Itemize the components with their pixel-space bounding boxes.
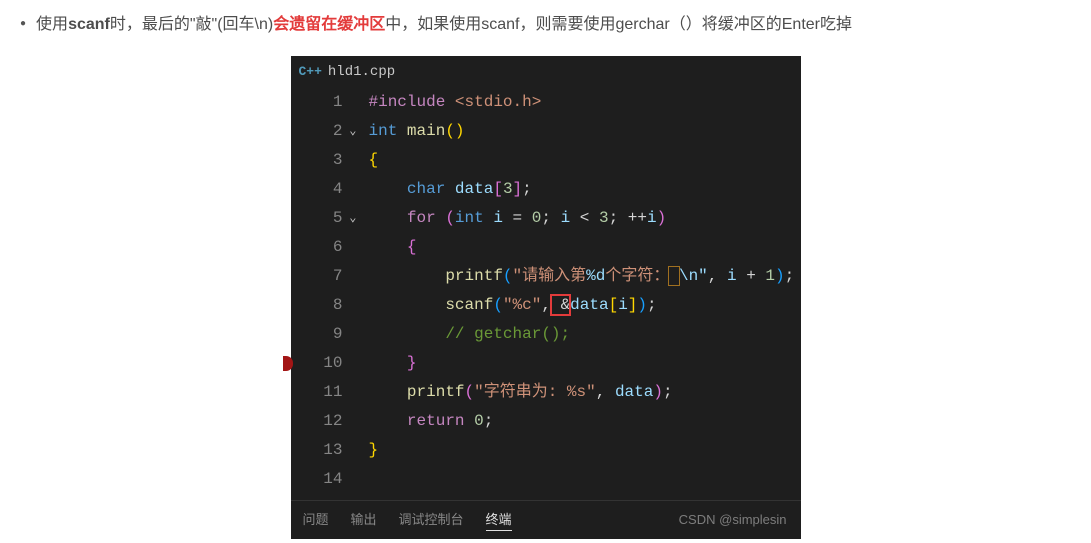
breakpoint-marker[interactable] [283,356,293,371]
bullet-marker: ● [20,18,26,29]
bullet-item: ● 使用scanf时，最后的"敲"(回车\n)会遗留在缓冲区中，如果使用scan… [0,0,1091,38]
fold-icon[interactable]: ⌄ [349,117,356,146]
watermark: CSDN @simplesin [679,512,787,527]
file-tab[interactable]: hld1.cpp [328,64,395,80]
annotation-box: & [551,295,570,315]
panel-tab-terminal[interactable]: 终端 [486,509,512,531]
file-lang-icon: C++ [299,64,322,79]
panel-tab-output[interactable]: 输出 [351,509,377,531]
panel-tab-debug[interactable]: 调试控制台 [399,509,464,531]
code-editor: C++ hld1.cpp 1 2⌄ 3 4 5⌄ 6 7 8 9 10 11 1… [291,56,801,539]
bullet-text: 使用scanf时，最后的"敲"(回车\n)会遗留在缓冲区中，如果使用scanf，… [36,12,852,38]
panel-tab-problems[interactable]: 问题 [303,509,329,531]
line-number-gutter: 1 2⌄ 3 4 5⌄ 6 7 8 9 10 11 12 13 14 [291,88,349,494]
code-content[interactable]: #include <stdio.h> int main() { char dat… [349,88,801,494]
editor-tab-bar: C++ hld1.cpp [291,56,801,88]
highlight-box [669,267,679,285]
fold-icon[interactable]: ⌄ [349,204,356,233]
